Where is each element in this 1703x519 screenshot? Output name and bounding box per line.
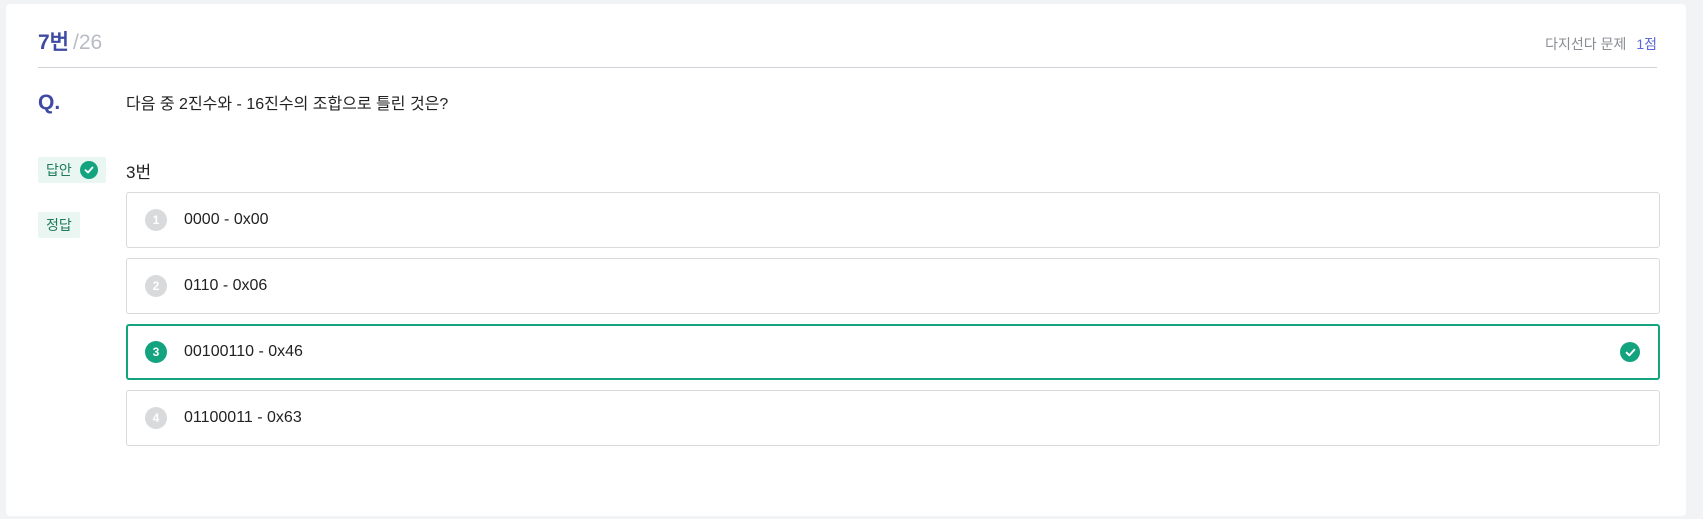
option-text: 0110 - 0x06 <box>184 277 268 294</box>
question-number: 7번/26 <box>38 26 102 56</box>
question-header: 7번/26 다지선다 문제 1점 <box>38 24 1657 68</box>
question-meta: 다지선다 문제 1점 <box>1545 34 1657 54</box>
option-number: 3 <box>145 341 167 363</box>
option-number: 1 <box>145 209 167 231</box>
option-3[interactable]: 3 00100110 - 0x46 <box>126 324 1660 380</box>
option-text: 01100011 - 0x63 <box>184 409 302 426</box>
option-1[interactable]: 1 0000 - 0x00 <box>126 192 1660 248</box>
check-circle-icon <box>79 161 98 179</box>
option-number: 2 <box>145 275 167 297</box>
option-number: 4 <box>145 407 167 429</box>
question-type: 다지선다 문제 <box>1545 36 1627 52</box>
answer-tag-label: 답안 <box>46 162 72 178</box>
option-text: 00100110 - 0x46 <box>184 343 303 360</box>
option-4[interactable]: 4 01100011 - 0x63 <box>126 390 1660 446</box>
question-number-current: 7번 <box>38 31 69 54</box>
correct-tag: 정답 <box>38 212 80 238</box>
answer-value: 3번 <box>126 163 152 182</box>
question-label: Q. <box>38 91 61 114</box>
question-card: 7번/26 다지선다 문제 1점 Q. 다음 중 2진수와 - 16진수의 조합으… <box>6 4 1686 516</box>
option-2[interactable]: 2 0110 - 0x06 <box>126 258 1660 314</box>
check-circle-icon <box>1620 342 1640 362</box>
option-text: 0000 - 0x00 <box>184 211 269 228</box>
question-points: 1점 <box>1636 36 1657 52</box>
question-text: 다음 중 2진수와 - 16진수의 조합으로 틀린 것은? <box>126 96 449 113</box>
correct-tag-label: 정답 <box>46 217 72 233</box>
question-number-total: /26 <box>73 31 103 54</box>
answer-tag: 답안 <box>38 157 106 183</box>
